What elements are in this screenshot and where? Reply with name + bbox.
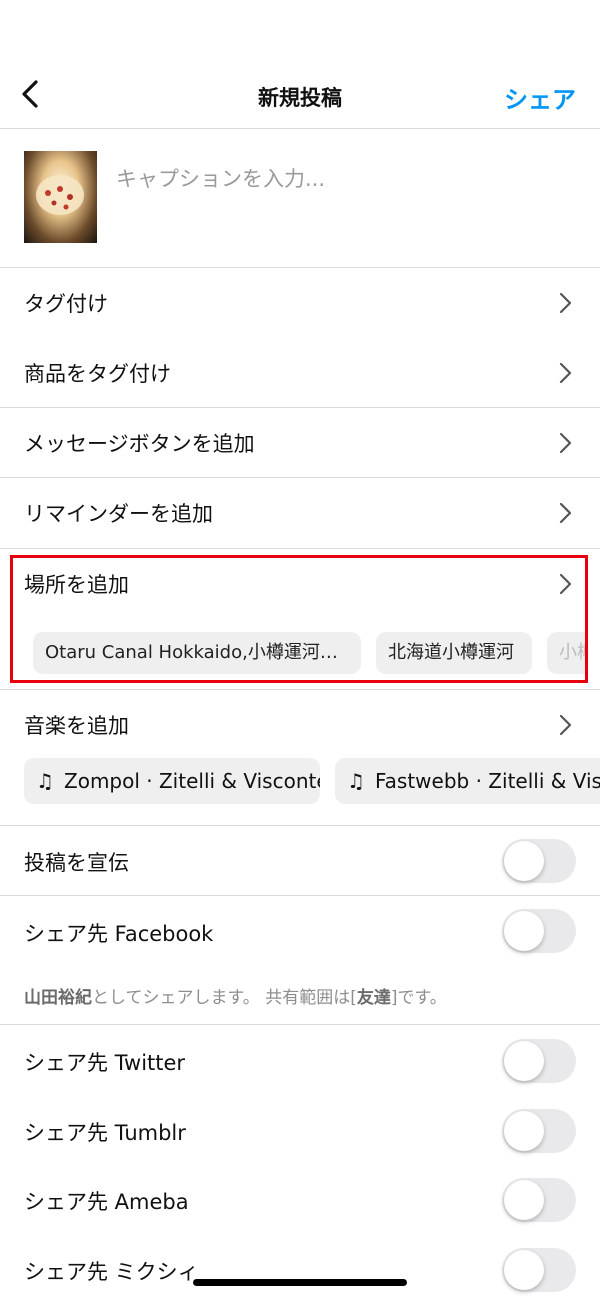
mixi-toggle[interactable] — [502, 1248, 576, 1292]
toggle-knob — [504, 911, 544, 951]
share-mixi-row: シェア先 ミクシィ — [0, 1235, 600, 1299]
tag-products-row[interactable]: 商品をタグ付け — [0, 338, 600, 408]
share-ameba-label: シェア先 Ameba — [24, 1190, 189, 1214]
share-facebook-label: シェア先 Facebook — [24, 922, 214, 946]
chevron-right-icon — [559, 432, 572, 454]
music-chip[interactable]: ♫ Zompol · Zitelli & Visconte — [24, 758, 320, 804]
add-music-row[interactable]: 音楽を追加 — [0, 690, 600, 760]
toggle-knob — [504, 1111, 544, 1151]
twitter-toggle[interactable] — [502, 1039, 576, 1083]
chevron-right-icon — [559, 502, 572, 524]
note-text-end: ]です。 — [390, 988, 447, 1008]
promote-toggle[interactable] — [502, 839, 576, 883]
post-thumbnail — [24, 151, 97, 243]
add-music-label: 音楽を追加 — [24, 714, 129, 738]
add-message-button-label: メッセージボタンを追加 — [24, 432, 255, 456]
music-note-icon: ♫ — [347, 769, 365, 793]
location-highlight-box — [10, 555, 588, 683]
chevron-right-icon — [559, 292, 572, 314]
share-ameba-row: シェア先 Ameba — [0, 1165, 600, 1235]
share-tumblr-row: シェア先 Tumblr — [0, 1096, 600, 1166]
add-reminder-label: リマインダーを追加 — [24, 502, 213, 526]
toggle-knob — [504, 1041, 544, 1081]
share-mixi-label: シェア先 ミクシィ — [24, 1260, 199, 1284]
music-suggestions: ♫ Zompol · Zitelli & Visconte ♫ Fastwebb ·… — [0, 758, 600, 806]
caption-row: キャプションを入力... — [0, 129, 600, 268]
add-message-button-row[interactable]: メッセージボタンを追加 — [0, 408, 600, 478]
promote-post-label: 投稿を宣伝 — [24, 851, 129, 875]
promote-post-row: 投稿を宣伝 — [0, 826, 600, 896]
toggle-knob — [504, 1180, 544, 1220]
music-note-icon: ♫ — [36, 769, 54, 793]
home-indicator[interactable] — [193, 1279, 407, 1286]
toggle-knob — [504, 841, 544, 881]
facebook-toggle[interactable] — [502, 909, 576, 953]
chevron-right-icon — [559, 362, 572, 384]
facebook-user-name: 山田裕紀 — [24, 988, 92, 1008]
divider — [0, 1024, 600, 1025]
toggle-knob — [504, 1250, 544, 1290]
share-facebook-row: シェア先 Facebook — [0, 896, 600, 966]
note-text: としてシェアします。 共有範囲は[ — [92, 988, 357, 1008]
share-tumblr-label: シェア先 Tumblr — [24, 1121, 186, 1145]
tag-products-label: 商品をタグ付け — [24, 362, 171, 386]
share-button[interactable]: シェア — [504, 80, 576, 115]
ameba-toggle[interactable] — [502, 1178, 576, 1222]
chevron-right-icon — [559, 714, 572, 736]
header-bar: 新規投稿 シェア — [0, 60, 600, 129]
music-chip[interactable]: ♫ Fastwebb · Zitelli & Visconte — [335, 758, 600, 804]
share-twitter-label: シェア先 Twitter — [24, 1051, 186, 1075]
share-twitter-row: シェア先 Twitter — [0, 1026, 600, 1096]
facebook-audience[interactable]: 友達 — [357, 988, 391, 1008]
facebook-share-note: 山田裕紀としてシェアします。 共有範囲は[友達]です。 — [24, 983, 447, 1008]
tumblr-toggle[interactable] — [502, 1109, 576, 1153]
tag-people-label: タグ付け — [24, 292, 108, 316]
music-chip-label: Fastwebb · Zitelli & Visconte — [375, 769, 600, 793]
tag-people-row[interactable]: タグ付け — [0, 268, 600, 338]
thumbnail-lantern-image — [36, 175, 84, 215]
caption-input[interactable]: キャプションを入力... — [116, 163, 325, 193]
add-reminder-row[interactable]: リマインダーを追加 — [0, 478, 600, 548]
music-chip-label: Zompol · Zitelli & Visconte — [64, 769, 320, 793]
